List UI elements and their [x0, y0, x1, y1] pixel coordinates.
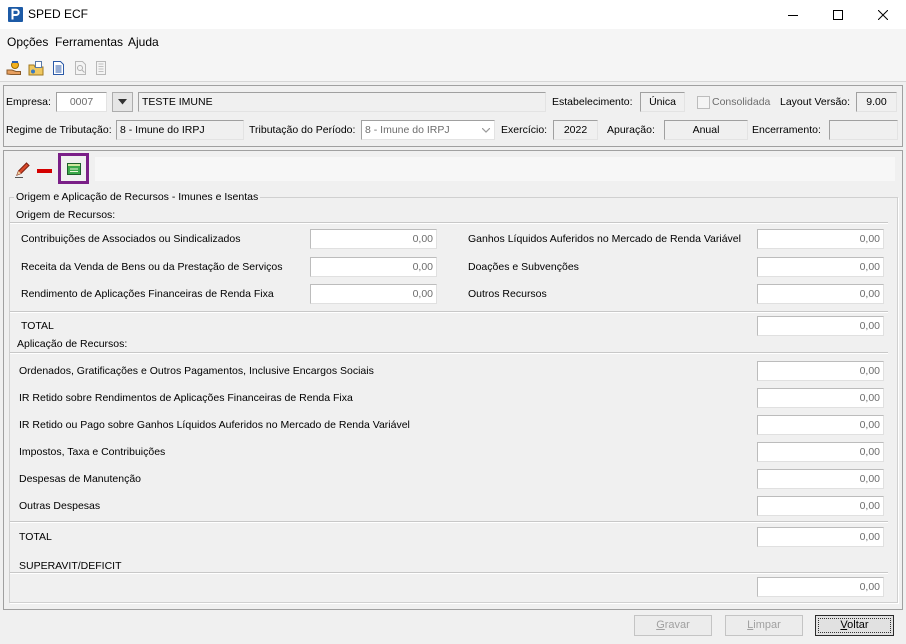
- toolbar-button-4[interactable]: [71, 59, 89, 77]
- voltar-button[interactable]: Voltar: [815, 615, 894, 636]
- pencil-icon: [15, 162, 30, 178]
- exercicio-field: 2022: [553, 120, 598, 140]
- maximize-icon: [833, 9, 843, 20]
- encerramento-label: Encerramento:: [752, 124, 821, 136]
- sped-p-icon: [8, 7, 23, 22]
- aplicacao-label-6: Outras Despesas: [19, 500, 101, 512]
- aplicacao-input-2[interactable]: 0,00: [757, 388, 884, 408]
- aplicacao-total-input[interactable]: 0,00: [757, 527, 884, 547]
- document-search-icon: [75, 61, 86, 75]
- gravar-button[interactable]: Gravar: [634, 615, 712, 636]
- origem-right-input-2[interactable]: 0,00: [757, 257, 884, 277]
- minimize-button[interactable]: [770, 0, 816, 29]
- spreadsheet-icon: [66, 162, 81, 175]
- origem-left-input-2[interactable]: 0,00: [310, 257, 437, 277]
- edit-button[interactable]: [14, 161, 31, 178]
- aplicacao-label-3: IR Retido ou Pago sobre Ganhos Líquidos …: [19, 419, 410, 431]
- origem-right-label-2: Doações e Subvenções: [468, 261, 579, 273]
- aplicacao-input-5[interactable]: 0,00: [757, 469, 884, 489]
- minimize-icon: [788, 14, 798, 16]
- folder-settings-icon: [28, 61, 44, 76]
- regime-tributacao-label: Regime de Tributação:: [6, 124, 112, 136]
- consolidada-checkbox[interactable]: [697, 96, 710, 109]
- aplicacao-label-4: Impostos, Taxa e Contribuições: [19, 446, 166, 458]
- main-toolbar: [0, 54, 906, 82]
- hand-coin-icon: [6, 61, 21, 75]
- origem-left-input-1[interactable]: 0,00: [310, 229, 437, 249]
- tributacao-periodo-label: Tributação do Período:: [249, 124, 356, 136]
- origem-left-label-3: Rendimento de Aplicações Financeiras de …: [21, 288, 274, 300]
- divider: [10, 572, 888, 574]
- chevron-down-icon: [482, 127, 490, 133]
- delete-button[interactable]: [36, 162, 53, 179]
- empresa-label: Empresa:: [6, 96, 51, 108]
- select-arrow[interactable]: [479, 122, 493, 138]
- spreadsheet-button[interactable]: [58, 153, 89, 184]
- aplicacao-total-label: TOTAL: [19, 531, 52, 543]
- empresa-name-field: TESTE IMUNE: [138, 92, 546, 112]
- empresa-dropdown-button[interactable]: [112, 92, 133, 112]
- layout-versao-label: Layout Versão:: [780, 96, 851, 108]
- divider: [10, 311, 888, 313]
- encerramento-field: [829, 120, 898, 140]
- aplicacao-label-5: Despesas de Manutenção: [19, 473, 141, 485]
- menu-bar: Opções Ferramentas Ajuda: [0, 29, 906, 54]
- close-button[interactable]: [860, 0, 906, 29]
- estabelecimento-field: Única: [640, 92, 685, 112]
- origem-total-label: TOTAL: [21, 320, 54, 332]
- aplicacao-label-2: IR Retido sobre Rendimentos de Aplicaçõe…: [19, 392, 353, 404]
- apuracao-label: Apuração:: [607, 124, 655, 136]
- limpar-button[interactable]: Limpar: [725, 615, 803, 636]
- title-bar: SPED ECF: [0, 0, 906, 29]
- consolidada-label: Consolidada: [712, 96, 771, 108]
- aplicacao-input-4[interactable]: 0,00: [757, 442, 884, 462]
- maximize-button[interactable]: [815, 0, 861, 29]
- regime-tributacao-field: 8 - Imune do IRPJ: [116, 120, 244, 140]
- toolbar-button-1[interactable]: [5, 59, 23, 77]
- tributacao-periodo-select[interactable]: 8 - Imune do IRPJ: [361, 120, 495, 140]
- apuracao-field: Anual: [664, 120, 748, 140]
- aplicacao-input-6[interactable]: 0,00: [757, 496, 884, 516]
- origem-title: Origem de Recursos:: [16, 209, 116, 221]
- aplicacao-input-3[interactable]: 0,00: [757, 415, 884, 435]
- window-title: SPED ECF: [28, 7, 89, 21]
- main-panel: Origem e Aplicação de Recursos - Imunes …: [3, 150, 903, 610]
- toolbar-button-3[interactable]: [49, 59, 67, 77]
- origem-right-input-3[interactable]: 0,00: [757, 284, 884, 304]
- origem-total-input[interactable]: 0,00: [757, 316, 884, 336]
- empresa-code-input[interactable]: 0007: [56, 92, 107, 112]
- origem-left-label-1: Contribuições de Associados ou Sindicali…: [21, 233, 241, 245]
- document-icon: [53, 61, 64, 75]
- panel-toolbar-strip: [95, 157, 895, 181]
- origem-right-label-3: Outros Recursos: [468, 288, 547, 300]
- divider: [10, 521, 888, 523]
- divider: [10, 222, 888, 224]
- estabelecimento-label: Estabelecimento:: [552, 96, 633, 108]
- layout-versao-field: 9.00: [856, 92, 897, 112]
- aplicacao-title: Aplicação de Recursos:: [17, 338, 128, 350]
- menu-ferramentas[interactable]: Ferramentas: [54, 34, 124, 50]
- groupbox-title: Origem e Aplicação de Recursos - Imunes …: [14, 190, 261, 204]
- origem-right-label-1: Ganhos Líquidos Auferidos no Mercado de …: [468, 233, 741, 245]
- superavit-label: SUPERAVIT/DEFICIT: [19, 560, 122, 572]
- close-icon: [878, 9, 888, 20]
- superavit-input[interactable]: 0,00: [757, 577, 884, 597]
- header-panel: Empresa: 0007 TESTE IMUNE Estabeleciment…: [3, 85, 903, 147]
- toolbar-button-5[interactable]: [92, 59, 110, 77]
- origem-right-input-1[interactable]: 0,00: [757, 229, 884, 249]
- toolbar-button-2[interactable]: [27, 59, 45, 77]
- tributacao-periodo-value: 8 - Imune do IRPJ: [365, 124, 450, 136]
- menu-opcoes[interactable]: Opções: [6, 34, 49, 50]
- origem-left-input-3[interactable]: 0,00: [310, 284, 437, 304]
- menu-ajuda[interactable]: Ajuda: [127, 34, 160, 50]
- origem-left-label-2: Receita da Venda de Bens ou da Prestação…: [21, 261, 283, 273]
- aplicacao-label-1: Ordenados, Gratificações e Outros Pagame…: [19, 365, 374, 377]
- aplicacao-input-1[interactable]: 0,00: [757, 361, 884, 381]
- minus-icon: [37, 169, 52, 173]
- document-list-icon: [96, 61, 106, 75]
- chevron-down-icon: [118, 99, 127, 105]
- exercicio-label: Exercício:: [501, 124, 548, 136]
- divider: [10, 352, 888, 354]
